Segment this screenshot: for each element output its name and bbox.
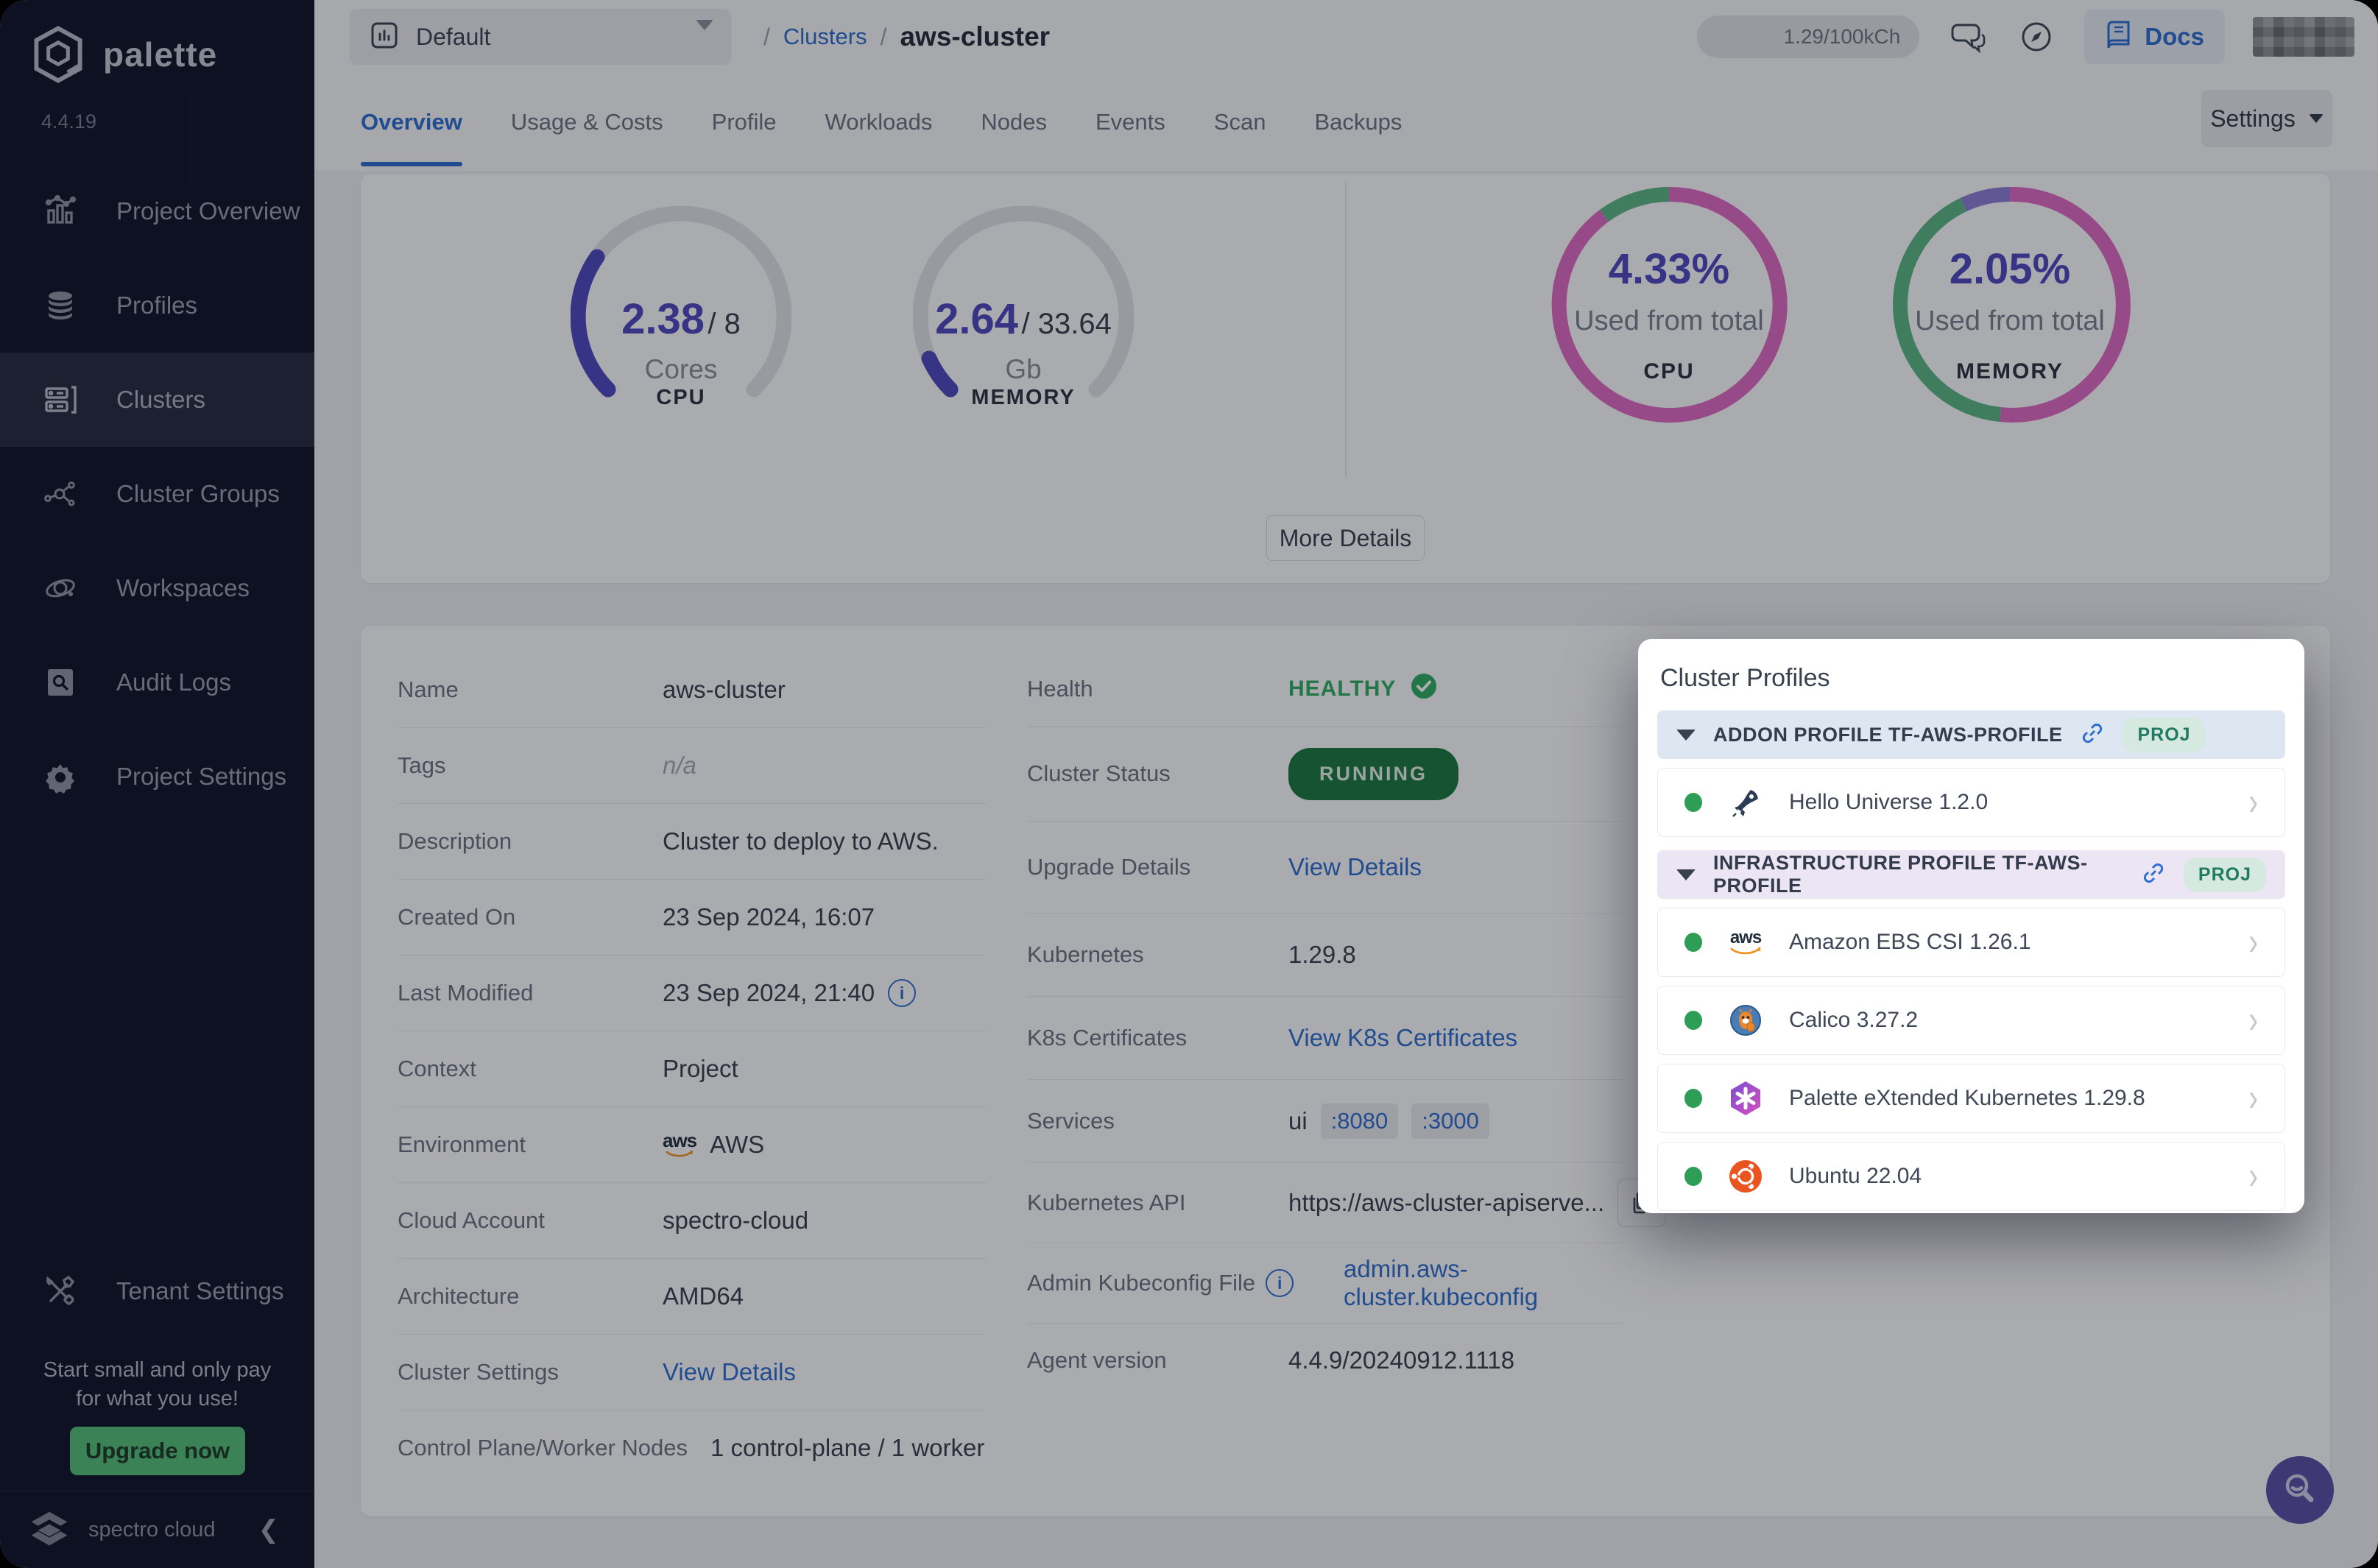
profile-layer-name: Amazon EBS CSI 1.26.1 — [1789, 930, 2031, 955]
addon-profile-name: ADDON PROFILE TF-AWS-PROFILE — [1713, 724, 2062, 746]
addon-profile-header[interactable]: ADDON PROFILE TF-AWS-PROFILE PROJ — [1657, 710, 2285, 759]
link-icon — [2080, 721, 2105, 749]
pxk-hexagon-icon — [1727, 1080, 1764, 1117]
infrastructure-profile-name: INFRASTRUCTURE PROFILE TF-AWS-PROFILE — [1713, 852, 2123, 897]
profile-layer-name: Hello Universe 1.2.0 — [1789, 790, 1988, 815]
proj-scope-badge: PROJ — [2184, 858, 2266, 892]
cluster-profiles-popup: Cluster Profiles ADDON PROFILE TF-AWS-PR… — [1638, 639, 2304, 1213]
profile-layer-hello-universe[interactable]: Hello Universe 1.2.0 › — [1657, 768, 2285, 837]
chevron-right-icon: › — [2248, 920, 2258, 964]
green-status-dot — [1684, 933, 1702, 952]
aws-icon: aws — [1727, 924, 1764, 961]
ubuntu-icon — [1727, 1158, 1764, 1195]
green-status-dot — [1684, 793, 1702, 812]
hello-universe-icon — [1727, 784, 1764, 821]
profile-layer-name: Palette eXtended Kubernetes 1.29.8 — [1789, 1086, 2145, 1111]
link-icon — [2141, 861, 2166, 889]
profile-layer-name: Ubuntu 22.04 — [1789, 1164, 1922, 1189]
green-status-dot — [1684, 1167, 1702, 1186]
green-status-dot — [1684, 1011, 1702, 1030]
calico-icon — [1727, 1002, 1764, 1039]
profile-layer-amazon-ebs-csi[interactable]: aws Amazon EBS CSI 1.26.1 › — [1657, 908, 2285, 977]
profile-layer-name: Calico 3.27.2 — [1789, 1008, 1918, 1033]
palette-app-window: palette 4.4.19 Project Overview — [0, 0, 2378, 1568]
proj-scope-badge: PROJ — [2123, 718, 2205, 752]
profile-layer-ubuntu[interactable]: Ubuntu 22.04 › — [1657, 1142, 2285, 1211]
popup-title: Cluster Profiles — [1660, 664, 2285, 693]
infrastructure-profile-header[interactable]: INFRASTRUCTURE PROFILE TF-AWS-PROFILE PR… — [1657, 850, 2285, 899]
chevron-right-icon: › — [2248, 1076, 2258, 1120]
profile-layer-calico[interactable]: Calico 3.27.2 › — [1657, 986, 2285, 1055]
chevron-right-icon: › — [2248, 780, 2258, 824]
chevron-right-icon: › — [2248, 1154, 2258, 1198]
chevron-down-icon — [1676, 869, 1696, 880]
profile-layer-palette-extended-kubernetes[interactable]: Palette eXtended Kubernetes 1.29.8 › — [1657, 1064, 2285, 1133]
chevron-right-icon: › — [2248, 998, 2258, 1042]
green-status-dot — [1684, 1089, 1702, 1108]
chevron-down-icon — [1676, 730, 1696, 741]
